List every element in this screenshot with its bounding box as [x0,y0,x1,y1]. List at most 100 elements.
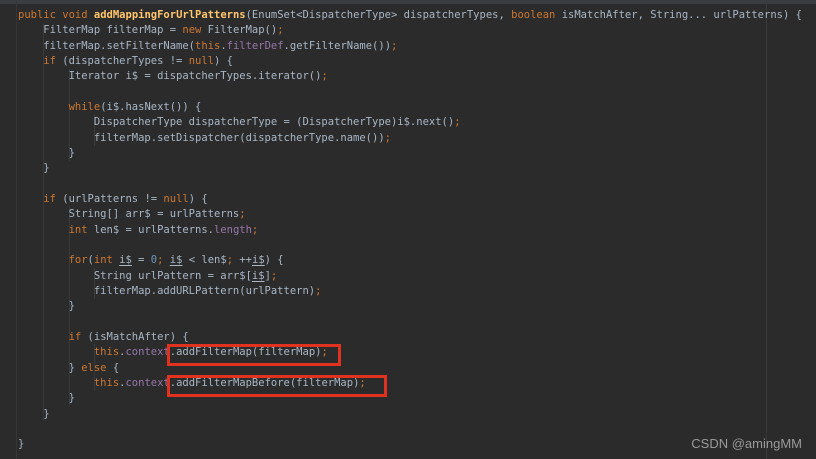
code-line[interactable]: FilterMap filterMap = new FilterMap(); [18,23,816,38]
code-token: ; [277,24,284,37]
code-token: ; [239,208,246,221]
code-token: this [93,346,120,359]
code-line[interactable]: } [18,407,816,422]
code-token: i$ [169,254,183,267]
code-token: isMatchAfter, String... urlPatterns) { [555,9,802,21]
code-line[interactable] [18,238,816,253]
code-line[interactable]: public void addMappingForUrlPatterns(Enu… [18,8,816,23]
code-token: (i$.hasNext()) { [100,100,202,113]
code-token: (urlPatterns != [55,192,164,205]
code-token: boolean [511,9,556,21]
code-token: filterMap.addURLPattern(urlPattern) [18,284,316,297]
code-token: (EnumSet<DispatcherType> dispatcherTypes… [245,9,512,21]
code-token: } [18,392,75,405]
code-line[interactable]: for(int i$ = 0; i$ < len$; ++i$) { [18,253,816,268]
watermark-text: CSDN @amingMM [691,436,802,451]
code-token: ; [391,39,398,52]
code-token: String urlPattern = arr$[ [18,269,252,282]
code-token: int [93,254,113,267]
code-line[interactable]: while(i$.hasNext()) { [18,100,816,115]
code-token: ; [454,116,461,129]
code-token: ; [321,70,328,83]
code-line[interactable]: } [18,161,816,176]
code-token: int [68,223,88,236]
code-token: ; [384,131,391,144]
code-token: FilterMap() [201,24,278,37]
code-token: if [68,330,82,343]
code-token: { [106,361,120,374]
code-line[interactable]: if (dispatcherTypes != null) { [18,54,816,69]
code-token: .getFilterName()) [283,39,392,52]
code-token: while [68,100,101,113]
code-line[interactable]: Iterator i$ = dispatcherTypes.iterator()… [18,69,816,84]
code-token: } [18,361,82,374]
code-line[interactable]: filterMap.setDispatcher(dispatcherType.n… [18,131,816,146]
code-token: new [182,24,202,37]
code-line[interactable]: int len$ = urlPatterns.length; [18,223,816,238]
code-token: } [18,300,75,313]
code-line[interactable]: if (isMatchAfter) { [18,330,816,345]
code-token: context [125,376,170,389]
code-editor[interactable]: public void addMappingForUrlPatterns(Enu… [0,0,816,459]
code-token: this [93,376,120,389]
code-token: i$ [251,269,265,282]
code-line[interactable]: } [18,391,816,406]
code-line[interactable] [18,177,816,192]
code-editor-screen: public void addMappingForUrlPatterns(Enu… [0,0,816,459]
code-token: DispatcherType dispatcherType = (Dispatc… [18,116,455,129]
code-token: filterMap.setDispatcher(dispatcherType.n… [18,131,385,144]
highlight-box-addfiltermap [167,344,341,366]
code-line[interactable]: this.context.addFilterMapBefore(filterMa… [18,376,816,391]
code-line[interactable]: } [18,146,816,161]
code-token: null [188,54,215,67]
code-token: (dispatcherTypes != [55,54,189,67]
code-token: ) { [264,254,284,267]
code-line[interactable]: filterMap.addURLPattern(urlPattern); [18,284,816,299]
code-token: FilterMap filterMap = [18,24,183,37]
code-token: } [18,438,25,451]
code-line[interactable]: String urlPattern = arr$[i$]; [18,269,816,284]
code-line[interactable]: } else { [18,361,816,376]
code-line[interactable] [18,422,816,437]
code-line[interactable]: DispatcherType dispatcherType = (Dispatc… [18,115,816,130]
code-token: null [163,192,189,205]
code-token: filterMap.setFilterName( [18,39,196,52]
highlight-box-addfiltermapbefore [167,375,387,397]
code-token: String[] arr$ = urlPatterns [18,208,240,221]
code-token: ++ [233,254,252,267]
code-token: } [18,407,50,420]
code-token: void [62,9,88,21]
code-token: ) { [214,54,233,67]
code-line[interactable] [18,85,816,100]
code-line[interactable]: } [18,299,816,314]
code-token: } [18,146,75,159]
code-token: i$ [119,254,132,267]
code-line[interactable] [18,315,816,330]
code-line[interactable]: String[] arr$ = urlPatterns; [18,207,816,222]
code-token: addMappingForUrlPatterns [93,9,246,21]
code-token: = [131,254,151,267]
code-token: else [81,361,107,374]
code-line[interactable]: if (urlPatterns != null) { [18,192,816,207]
code-token: i$ [252,254,265,267]
code-token: for [68,254,88,267]
code-line[interactable]: filterMap.setFilterName(this.filterDef.g… [18,39,816,54]
code-token: filterDef [226,39,284,52]
code-token: public [18,9,56,21]
code-token: < len$ [182,254,227,267]
code-token: ; [270,269,278,282]
code-token: ; [251,223,259,236]
code-token: ; [315,284,322,297]
code-line[interactable]: this.context.addFilterMap(filterMap); [18,345,816,360]
code-token: this [195,39,221,52]
code-token: len$ = urlPatterns. [87,223,214,236]
code-token: Iterator i$ = dispatcherTypes.iterator() [18,70,322,83]
code-token: length [213,223,252,236]
